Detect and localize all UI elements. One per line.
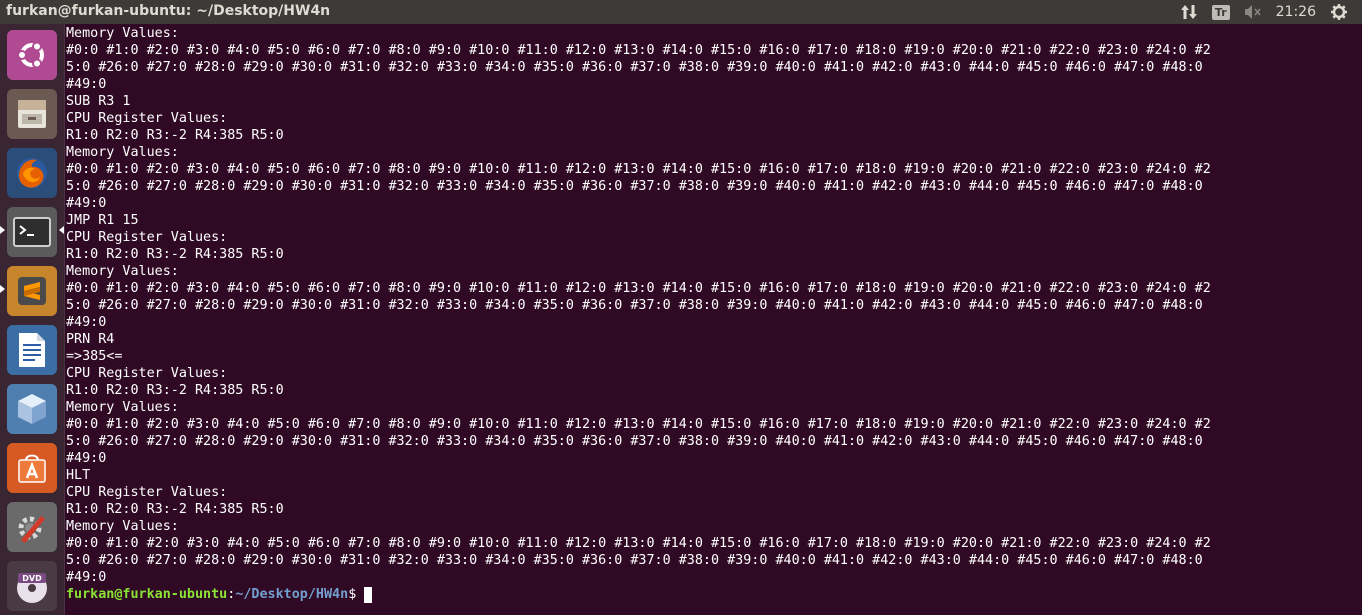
system-tray: Tr 21:26	[1180, 0, 1362, 24]
terminal-line: CPU Register Values:	[66, 230, 228, 245]
terminal-line: 5:0 #26:0 #27:0 #28:0 #29:0 #30:0 #31:0 …	[66, 179, 1203, 194]
terminal-line: R1:0 R2:0 R3:-2 R4:385 R5:0	[66, 247, 284, 262]
file-cabinet-icon	[14, 96, 50, 132]
terminal-line: =>385<=	[66, 349, 123, 364]
dvd-disc-icon: DVD	[12, 566, 52, 606]
terminal-line: #49:0	[66, 570, 107, 585]
terminal-line: #49:0	[66, 196, 107, 211]
terminal-output[interactable]: Memory Values: #0:0 #1:0 #2:0 #3:0 #4:0 #…	[66, 25, 1360, 613]
keyboard-layout-indicator[interactable]: Tr	[1211, 4, 1230, 20]
ubuntu-logo-icon	[14, 37, 50, 73]
sublime-text-icon	[14, 273, 50, 309]
terminal-line: CPU Register Values:	[66, 485, 228, 500]
clock[interactable]: 21:26	[1276, 4, 1316, 20]
terminal-line: Memory Values:	[66, 264, 179, 279]
launcher-firefox[interactable]	[7, 148, 57, 198]
terminal-line: #49:0	[66, 77, 107, 92]
shell-prompt[interactable]: furkan@furkan-ubuntu: ~/Desktop/HW4n $	[66, 586, 1360, 603]
prompt-path: ~/Desktop/HW4n	[235, 587, 349, 602]
terminal-line: #0:0 #1:0 #2:0 #3:0 #4:0 #5:0 #6:0 #7:0 …	[66, 43, 1211, 58]
terminal-line: #49:0	[66, 451, 107, 466]
terminal-line: CPU Register Values:	[66, 111, 228, 126]
terminal-line: PRN R4	[66, 332, 115, 347]
terminal-line: Memory Values:	[66, 26, 179, 41]
terminal-line: JMP R1 15	[66, 213, 139, 228]
terminal-line: HLT	[66, 468, 91, 483]
launcher-terminal[interactable]	[7, 207, 57, 257]
terminal-line: 5:0 #26:0 #27:0 #28:0 #29:0 #30:0 #31:0 …	[66, 553, 1203, 568]
terminal-icon	[12, 214, 52, 250]
svg-text:DVD: DVD	[22, 574, 42, 583]
shopping-bag-icon	[14, 450, 50, 486]
terminal-line: #0:0 #1:0 #2:0 #3:0 #4:0 #5:0 #6:0 #7:0 …	[66, 281, 1211, 296]
network-arrows-icon[interactable]	[1180, 4, 1198, 20]
window-title: furkan@furkan-ubuntu: ~/Desktop/HW4n	[6, 3, 331, 19]
prompt-user-host: furkan@furkan-ubuntu	[66, 587, 228, 602]
terminal-lines: Memory Values: #0:0 #1:0 #2:0 #3:0 #4:0 #…	[66, 25, 1360, 586]
top-panel: furkan@furkan-ubuntu: ~/Desktop/HW4n Tr …	[0, 0, 1362, 24]
running-indicator	[0, 226, 5, 234]
prompt-separator: :	[227, 587, 236, 602]
launcher: DVD	[0, 24, 65, 615]
terminal-line: #0:0 #1:0 #2:0 #3:0 #4:0 #5:0 #6:0 #7:0 …	[66, 536, 1211, 551]
launcher-software-center[interactable]	[7, 443, 57, 493]
launcher-ubuntu-dash[interactable]	[7, 30, 57, 80]
terminal-line: R1:0 R2:0 R3:-2 R4:385 R5:0	[66, 502, 284, 517]
terminal-line: #0:0 #1:0 #2:0 #3:0 #4:0 #5:0 #6:0 #7:0 …	[66, 417, 1211, 432]
terminal-line: 5:0 #26:0 #27:0 #28:0 #29:0 #30:0 #31:0 …	[66, 298, 1203, 313]
firefox-icon	[13, 154, 51, 192]
power-gear-icon[interactable]	[1330, 3, 1348, 21]
terminal-line: #0:0 #1:0 #2:0 #3:0 #4:0 #5:0 #6:0 #7:0 …	[66, 162, 1211, 177]
terminal-line: Memory Values:	[66, 400, 179, 415]
sound-muted-icon[interactable]	[1244, 4, 1262, 20]
terminal-line: #49:0	[66, 315, 107, 330]
terminal-line: SUB R3 1	[66, 94, 131, 109]
terminal-line: R1:0 R2:0 R3:-2 R4:385 R5:0	[66, 128, 284, 143]
document-icon	[15, 331, 49, 369]
launcher-libreoffice-writer[interactable]	[7, 325, 57, 375]
terminal-line: Memory Values:	[66, 145, 179, 160]
terminal-line: CPU Register Values:	[66, 366, 228, 381]
launcher-sublime-text[interactable]	[7, 266, 57, 316]
text-cursor	[364, 586, 373, 603]
launcher-system-settings[interactable]	[7, 502, 57, 552]
launcher-files[interactable]	[7, 89, 57, 139]
terminal-line: 5:0 #26:0 #27:0 #28:0 #29:0 #30:0 #31:0 …	[66, 434, 1203, 449]
gear-wrench-icon	[13, 508, 51, 546]
launcher-dvd[interactable]: DVD	[7, 561, 57, 611]
prompt-symbol: $	[348, 587, 357, 602]
running-indicator	[0, 285, 5, 293]
terminal-line: Memory Values:	[66, 519, 179, 534]
cube-icon	[14, 391, 50, 427]
terminal-line: R1:0 R2:0 R3:-2 R4:385 R5:0	[66, 383, 284, 398]
terminal-line: 5:0 #26:0 #27:0 #28:0 #29:0 #30:0 #31:0 …	[66, 60, 1203, 75]
focus-indicator	[59, 226, 64, 234]
launcher-virtualbox[interactable]	[7, 384, 57, 434]
